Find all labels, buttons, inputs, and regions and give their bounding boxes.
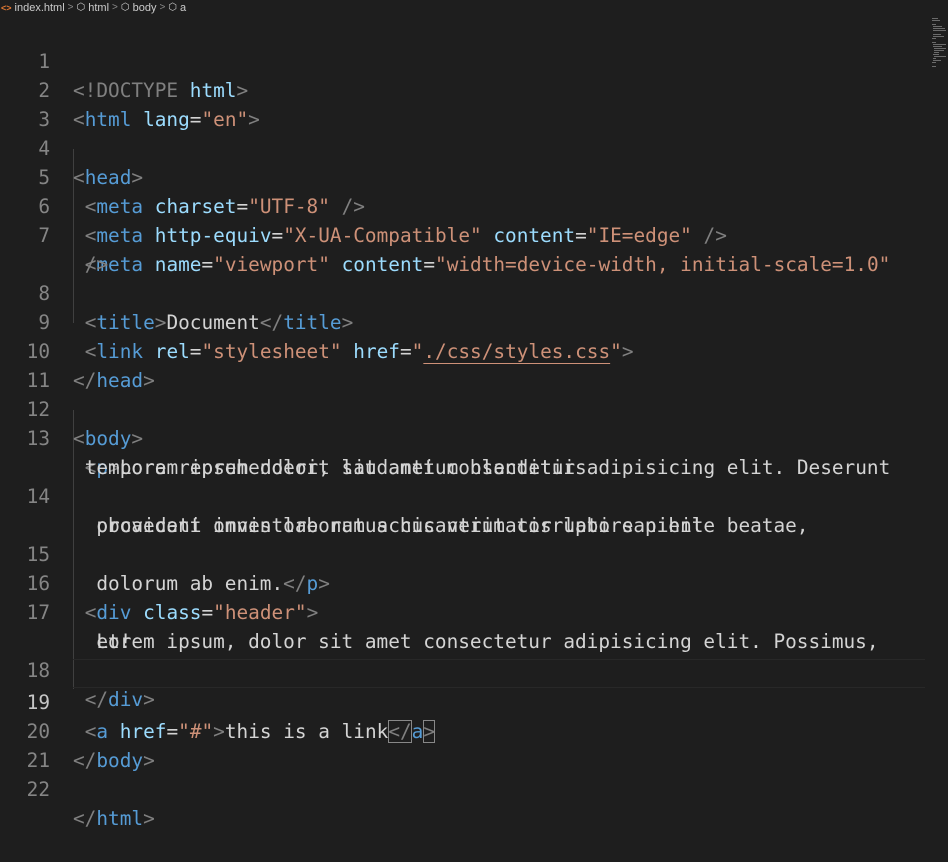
- code-line-wrap[interactable]: />: [0, 221, 930, 276]
- breadcrumb-body-label: body: [132, 1, 157, 14]
- code-editor[interactable]: 1 <!DOCTYPE html> 2 <html lang="en"> 3 4…: [0, 18, 930, 830]
- breadcrumb-item-html[interactable]: ⬡ html: [77, 2, 110, 14]
- minimap[interactable]: [932, 18, 946, 70]
- minimap-line: [934, 56, 946, 57]
- code-line-wrap[interactable]: tempora reprehenderit laudantium blandit…: [0, 424, 930, 479]
- code-line[interactable]: 7 <meta name="viewport" content="width=d…: [0, 192, 930, 276]
- minimap-line: [933, 46, 942, 47]
- minimap-line: [933, 58, 936, 59]
- code-line[interactable]: 16 <div class="header">: [0, 540, 930, 624]
- bracket: </: [73, 807, 97, 830]
- minimap-line: [932, 24, 936, 25]
- chevron-right-icon: >: [67, 2, 74, 13]
- code-line[interactable]: 11: [0, 337, 930, 392]
- line-number: 22: [26, 778, 50, 801]
- breadcrumb-html-label: html: [88, 1, 110, 14]
- code-line[interactable]: 10 </head>: [0, 308, 930, 392]
- minimap-line: [933, 60, 941, 61]
- element-cube-icon: ⬡: [168, 2, 178, 13]
- code-line[interactable]: 4 <head>: [0, 105, 930, 189]
- breadcrumb-item-body[interactable]: ⬡ body: [121, 2, 157, 14]
- code-line[interactable]: 20 </body>: [0, 688, 930, 772]
- code-line[interactable]: 3: [0, 76, 930, 131]
- minimap-line: [933, 36, 944, 37]
- code-line[interactable]: 17 Lorem ipsum, dolor sit amet consectet…: [0, 569, 930, 653]
- code-line-active[interactable]: 19 <a href="#">this is a link</a>: [0, 659, 930, 743]
- minimap-line: [933, 54, 939, 55]
- minimap-line: [932, 62, 936, 63]
- breadcrumb: <> index.html > ⬡ html > ⬡ body > ⬡ a: [0, 0, 948, 15]
- code-line[interactable]: 15 dolorum ab enim.</p>: [0, 511, 930, 595]
- code-line[interactable]: 8 <title>Document</title>: [0, 250, 930, 334]
- minimap-line: [933, 30, 946, 31]
- breadcrumb-item-file[interactable]: <> index.html: [0, 2, 65, 14]
- breadcrumb-file-label: index.html: [14, 1, 65, 14]
- code-line[interactable]: 5 <meta charset="UTF-8" />: [0, 134, 930, 218]
- element-cube-icon: ⬡: [76, 2, 86, 13]
- code-line[interactable]: 9 <link rel="stylesheet" href="./css/sty…: [0, 279, 930, 363]
- minimap-line: [934, 50, 944, 51]
- code-content: </html>: [73, 804, 155, 833]
- bracket: >: [143, 807, 155, 830]
- code-line[interactable]: 12 <body>: [0, 366, 930, 450]
- code-line[interactable]: 14 obcaecati omnis laborum accusantium c…: [0, 453, 930, 537]
- code-line[interactable]: 1 <!DOCTYPE html>: [0, 18, 930, 102]
- chevron-right-icon: >: [159, 2, 166, 13]
- html-file-icon: <>: [1, 2, 12, 13]
- code-line[interactable]: 18 </div>: [0, 627, 930, 711]
- code-line[interactable]: 6 <meta http-equiv="X-UA-Compatible" con…: [0, 163, 930, 247]
- code-line-wrap[interactable]: et!: [0, 598, 930, 653]
- code-line[interactable]: 2 <html lang="en">: [0, 47, 930, 131]
- minimap-line: [933, 28, 945, 29]
- chevron-right-icon: >: [112, 2, 118, 13]
- code-line-wrap[interactable]: provident inventore natus hic veritatis …: [0, 482, 930, 537]
- minimap-line: [932, 20, 940, 21]
- tag-name: html: [96, 807, 144, 830]
- minimap-line: [932, 42, 936, 43]
- minimap-line: [933, 34, 941, 35]
- minimap-line: [934, 48, 946, 49]
- breadcrumb-item-a[interactable]: ⬡ a: [168, 2, 186, 14]
- minimap-line: [933, 26, 942, 27]
- breadcrumb-a-label: a: [180, 1, 187, 14]
- minimap-line: [932, 38, 936, 39]
- element-cube-icon: ⬡: [120, 2, 130, 13]
- code-line[interactable]: 13 <p>Lorem ipsum dolor, sit amet consec…: [0, 395, 930, 479]
- minimap-line: [932, 18, 938, 19]
- code-line[interactable]: 22 </html>: [0, 746, 930, 830]
- minimap-line: [932, 66, 936, 67]
- minimap-line: [933, 44, 946, 45]
- minimap-line: [934, 52, 939, 53]
- code-line[interactable]: 21: [0, 717, 930, 772]
